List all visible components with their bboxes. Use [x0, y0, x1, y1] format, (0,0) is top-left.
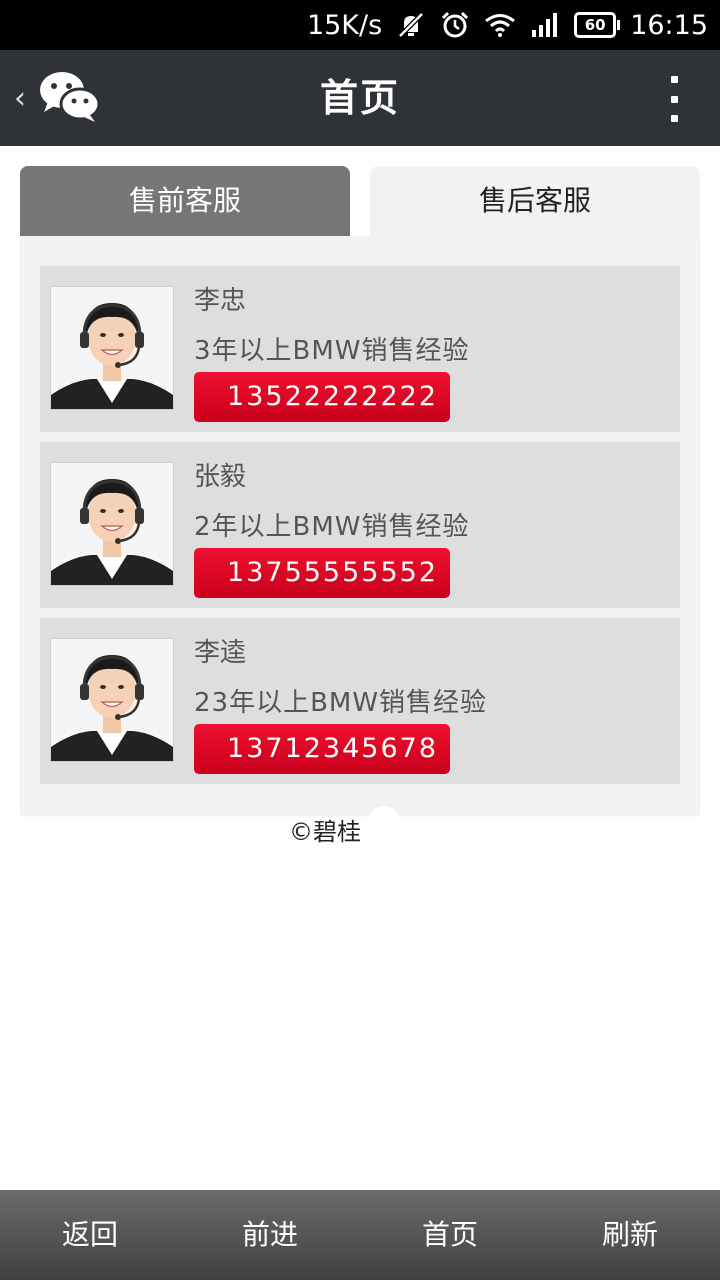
agent-avatar [51, 287, 173, 409]
status-bar: 15K/s 60 16:15 [0, 0, 720, 50]
wifi-icon [484, 13, 516, 37]
signal-icon [530, 12, 560, 38]
battery-level: 60 [584, 16, 606, 34]
agent-name: 李忠 [194, 286, 247, 316]
network-speed: 15K/s [306, 9, 383, 41]
tab-presales-service[interactable]: 售前客服 [20, 166, 350, 236]
agent-avatar [51, 639, 173, 761]
nav-back-button[interactable]: 返回 [0, 1190, 180, 1280]
call-phone-button[interactable]: 13522222222 [194, 372, 450, 422]
nav-home-button[interactable]: 首页 [360, 1190, 540, 1280]
contact-card: 李逵 23年以上BMW销售经验 13712345678 [40, 618, 680, 784]
notifications-muted-icon [396, 12, 426, 38]
clock: 16:15 [630, 9, 708, 41]
bottom-nav: 返回 前进 首页 刷新 [0, 1190, 720, 1280]
title-bar: ‹ 首页 [0, 50, 720, 146]
call-phone-button[interactable]: 13712345678 [194, 724, 450, 774]
more-vertical-icon [670, 76, 678, 83]
call-phone-button[interactable]: 13755555552 [194, 548, 450, 598]
more-options-button[interactable] [664, 76, 684, 122]
agent-experience: 3年以上BMW销售经验 [194, 336, 470, 366]
nav-forward-button[interactable]: 前进 [180, 1190, 360, 1280]
service-tabs: 售前客服 售后客服 [20, 166, 700, 236]
contact-list-panel: 李忠 3年以上BMW销售经验 13522222222 张毅 2年以上BMW销售经… [20, 236, 700, 814]
nav-refresh-button[interactable]: 刷新 [540, 1190, 720, 1280]
contact-card: 张毅 2年以上BMW销售经验 13755555552 [40, 442, 680, 608]
tab-aftersales-service[interactable]: 售后客服 [370, 166, 700, 236]
contact-card: 李忠 3年以上BMW销售经验 13522222222 [40, 266, 680, 432]
battery-icon: 60 [574, 12, 621, 38]
agent-experience: 2年以上BMW销售经验 [194, 512, 470, 542]
agent-avatar [51, 463, 173, 585]
copyright-text: ©碧桂 [289, 818, 361, 846]
agent-experience: 23年以上BMW销售经验 [194, 688, 488, 718]
page-title: 首页 [319, 76, 400, 120]
agent-name: 李逵 [194, 638, 247, 668]
agent-name: 张毅 [194, 462, 247, 492]
alarm-icon [440, 11, 470, 39]
